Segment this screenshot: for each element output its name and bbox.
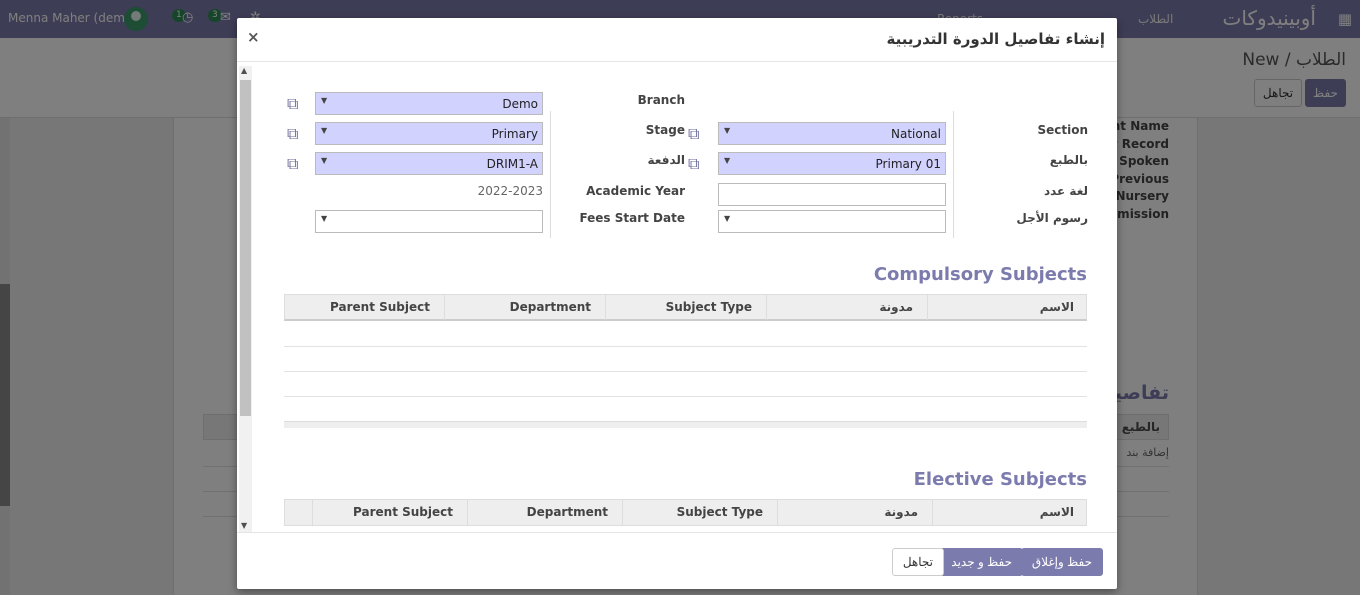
fees-start-date-label: Fees Start Date (579, 211, 685, 225)
column-header-code[interactable]: مدونة (766, 295, 927, 320)
chevron-down-icon: ▼ (321, 126, 328, 135)
elective-subjects-title: Elective Subjects (913, 469, 1087, 490)
section-select[interactable]: National ▼ (718, 122, 946, 145)
course-label: بالطبع (1049, 153, 1088, 167)
column-header-department[interactable]: Department (467, 500, 622, 525)
column-header-label: مدونة (884, 505, 918, 519)
chevron-down-icon: ▼ (321, 214, 328, 223)
column-header-label: Department (509, 300, 591, 314)
column-header-label: الاسم (1039, 505, 1074, 519)
divider (953, 111, 954, 238)
table-row (284, 371, 1087, 372)
batch-select[interactable]: DRIM1-A ▼ (315, 152, 543, 175)
modal-body: ▲ ▼ Section National ▼ بالطبع Primary 01… (237, 62, 1117, 532)
column-header-label: مدونة (879, 300, 913, 314)
external-link-icon[interactable]: ⧉ (287, 154, 305, 173)
column-header-parent-subject[interactable]: Parent Subject (285, 295, 444, 320)
compulsory-table-header: الاسم مدونة Subject Type Department Pare… (284, 294, 1087, 321)
compulsory-subjects-title: Compulsory Subjects (873, 264, 1087, 285)
deferred-fees-label: رسوم الأجل (1016, 211, 1088, 225)
chevron-down-icon: ▼ (724, 156, 731, 165)
external-link-icon[interactable]: ⧉ (688, 124, 706, 143)
column-header-label: Parent Subject (353, 505, 453, 519)
column-header-code[interactable]: مدونة (777, 500, 932, 525)
modal-scrollbar[interactable]: ▲ ▼ (239, 66, 252, 532)
section-label: Section (1037, 123, 1088, 137)
column-header-parent-subject[interactable]: Parent Subject (312, 500, 467, 525)
column-header-name[interactable]: الاسم (932, 500, 1088, 525)
column-header-label: Subject Type (665, 300, 752, 314)
course-select[interactable]: Primary 01 ▼ (718, 152, 946, 175)
modal-footer: حفظ وإغلاق حفظ و جديد تجاهل (237, 532, 1117, 589)
language-label: لغة عدد (1043, 184, 1088, 198)
column-header-subject-type[interactable]: Subject Type (622, 500, 777, 525)
column-header-name[interactable]: الاسم (927, 295, 1088, 320)
external-link-icon[interactable]: ⧉ (287, 124, 305, 143)
external-link-icon[interactable]: ⧉ (688, 154, 706, 173)
save-new-button[interactable]: حفظ و جديد (940, 548, 1023, 576)
batch-label: الدفعة (647, 153, 685, 167)
stage-label: Stage (645, 123, 685, 137)
branch-label: Branch (637, 93, 685, 107)
chevron-down-icon: ▼ (724, 214, 731, 223)
close-icon[interactable]: × (247, 28, 260, 46)
chevron-down-icon: ▼ (321, 156, 328, 165)
deferred-fees-select[interactable]: ▼ (718, 210, 946, 233)
column-header-label: Parent Subject (330, 300, 430, 314)
section-value: National (890, 127, 941, 141)
academic-year-value: 2022-2023 (477, 184, 543, 198)
scroll-down-arrow-icon[interactable]: ▼ (241, 521, 247, 530)
stage-value: Primary (491, 127, 538, 141)
chevron-down-icon: ▼ (724, 126, 731, 135)
branch-select[interactable]: Demo ▼ (315, 92, 543, 115)
table-row (284, 346, 1087, 347)
modal-scrollbar-thumb[interactable] (240, 80, 251, 416)
scroll-up-arrow-icon[interactable]: ▲ (241, 66, 247, 75)
discard-button[interactable]: تجاهل (891, 548, 944, 576)
table-footer (284, 421, 1087, 428)
course-value: Primary 01 (875, 157, 941, 171)
chevron-down-icon: ▼ (321, 96, 328, 105)
create-course-details-dialog: إنشاء تفاصيل الدورة التدريبية × ▲ ▼ Sect… (237, 18, 1117, 589)
fees-start-date-select[interactable]: ▼ (315, 210, 543, 233)
stage-select[interactable]: Primary ▼ (315, 122, 543, 145)
column-header-label: الاسم (1039, 300, 1074, 314)
external-link-icon[interactable]: ⧉ (287, 94, 305, 113)
language-input[interactable] (718, 183, 946, 206)
batch-value: DRIM1-A (486, 157, 538, 171)
elective-table-header: الاسم مدونة Subject Type Department Pare… (284, 499, 1087, 526)
column-header-subject-type[interactable]: Subject Type (605, 295, 766, 320)
table-row (284, 396, 1087, 397)
academic-year-label: Academic Year (586, 184, 685, 198)
column-header-department[interactable]: Department (444, 295, 605, 320)
modal-header: إنشاء تفاصيل الدورة التدريبية × (237, 18, 1117, 62)
divider (550, 111, 551, 238)
branch-value: Demo (502, 97, 538, 111)
save-close-button[interactable]: حفظ وإغلاق (1020, 548, 1103, 576)
column-header-label: Subject Type (676, 505, 763, 519)
column-header-label: Department (526, 505, 608, 519)
modal-title: إنشاء تفاصيل الدورة التدريبية (886, 30, 1106, 48)
